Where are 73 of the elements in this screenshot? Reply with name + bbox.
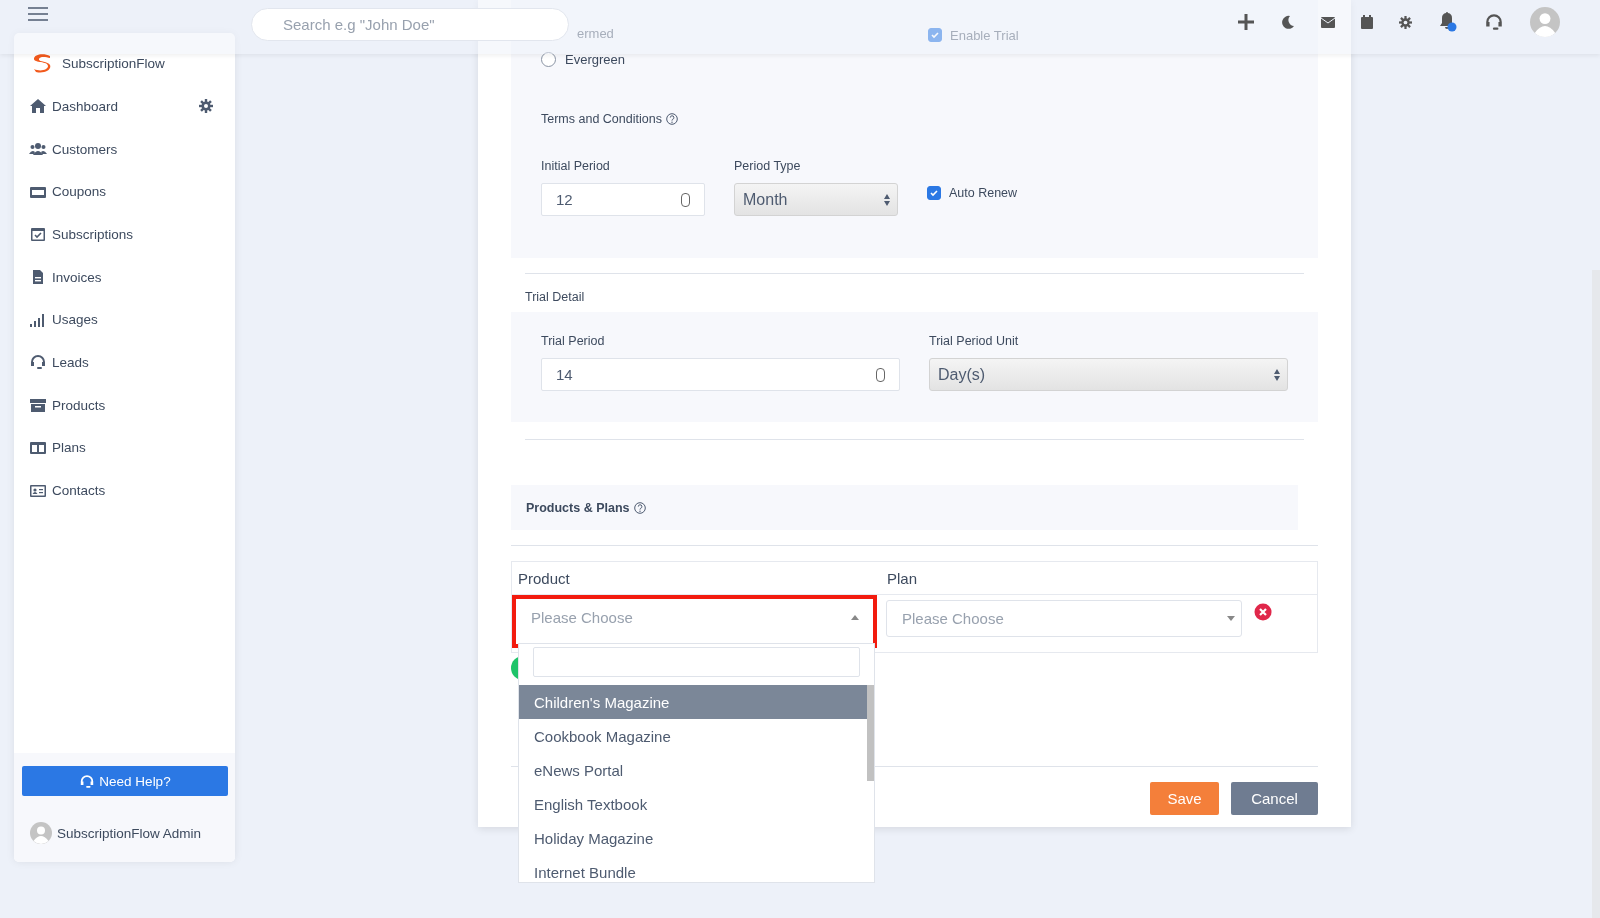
cancel-button[interactable]: Cancel [1231,782,1318,815]
field-label: Initial Period [541,159,611,173]
spinner-icon[interactable] [681,192,690,207]
scrollbar[interactable] [867,685,874,781]
caret-icon [1227,616,1235,621]
search-field[interactable] [533,647,860,677]
column-header: Product [517,569,571,587]
dropdown-option[interactable]: English Textbook [519,787,867,821]
columns-icon [29,439,47,456]
headset-icon [79,773,96,789]
dropdown-option[interactable]: Children's Magazine [519,685,867,719]
remove-icon[interactable] [1254,603,1272,621]
plus-icon[interactable] [1237,13,1255,31]
field-label: Period Type [734,159,802,173]
field-label: Trial Period Unit [929,334,1020,348]
help-icon[interactable] [633,501,646,514]
sidebar-item[interactable]: Leads [14,341,235,384]
sidebar-item[interactable]: Coupons [14,170,235,214]
checkbox[interactable] [928,28,942,42]
dropdown-option[interactable]: Internet Bundle [519,855,867,889]
section-title: Trial Detail [525,290,586,305]
bars-icon [29,311,47,328]
caret-icon [851,615,859,620]
dropdown-option[interactable]: Holiday Magazine [519,821,867,855]
sidebar-item[interactable]: Invoices [14,255,235,299]
sidebar-item[interactable]: Products [14,383,235,427]
radio-label: ermed [577,26,615,43]
need-help-button[interactable]: Need Help? [22,766,228,796]
bell-icon[interactable] [1438,12,1458,32]
check-icon [930,30,940,40]
number-field[interactable]: 14 [541,358,900,391]
box-icon [29,397,47,414]
help-icon[interactable] [665,113,678,125]
search-field[interactable]: Search e.g "John Doe" [251,8,569,41]
headset-icon[interactable] [1484,12,1504,32]
headset-icon [29,354,47,371]
check-icon [929,188,939,198]
brand-name: SubscriptionFlow [62,55,165,71]
number-field[interactable]: 12 [541,183,705,216]
sidebar-item[interactable]: Plans [14,426,235,470]
select-field[interactable]: Day(s) [929,358,1288,391]
select-field[interactable]: Month [734,183,898,216]
section-title: Products & Plans [526,500,630,515]
field-label: Trial Period [541,334,606,348]
settings-icon[interactable] [1399,15,1412,29]
calendar-icon [29,226,47,243]
user-name: SubscriptionFlow Admin [57,825,202,841]
sidebar-item[interactable]: Contacts [14,469,235,512]
radio-button[interactable] [541,52,556,67]
sidebar-item[interactable]: Customers [14,127,235,171]
home-icon [29,98,47,115]
sidebar-item[interactable]: Subscriptions [14,213,235,256]
moon-icon[interactable] [1281,15,1295,29]
avatar-icon [30,822,52,844]
menu-icon[interactable] [28,7,48,21]
checkbox-label: Enable Trial [950,27,1019,43]
calendar-icon[interactable] [1361,15,1373,29]
checkbox-label: Auto Renew [949,186,1018,200]
sort-icon [1273,367,1281,382]
column-header: Plan [886,569,918,587]
sidebar-item[interactable]: Usages [14,298,235,342]
sidebar-item[interactable]: Dashboard [14,85,235,128]
sort-icon [883,192,891,207]
dropdown-option[interactable]: Cookbook Magazine [519,719,867,753]
radio-label: Evergreen [565,52,625,67]
contact-card-icon [29,482,47,499]
mail-icon[interactable] [1321,16,1335,28]
users-icon [29,141,47,158]
dropdown-option[interactable]: eNews Portal [519,753,867,787]
section-title: Terms and Conditions [541,112,662,126]
spinner-icon[interactable] [876,367,885,382]
checkbox[interactable] [927,186,941,200]
settings-icon[interactable] [199,99,213,114]
